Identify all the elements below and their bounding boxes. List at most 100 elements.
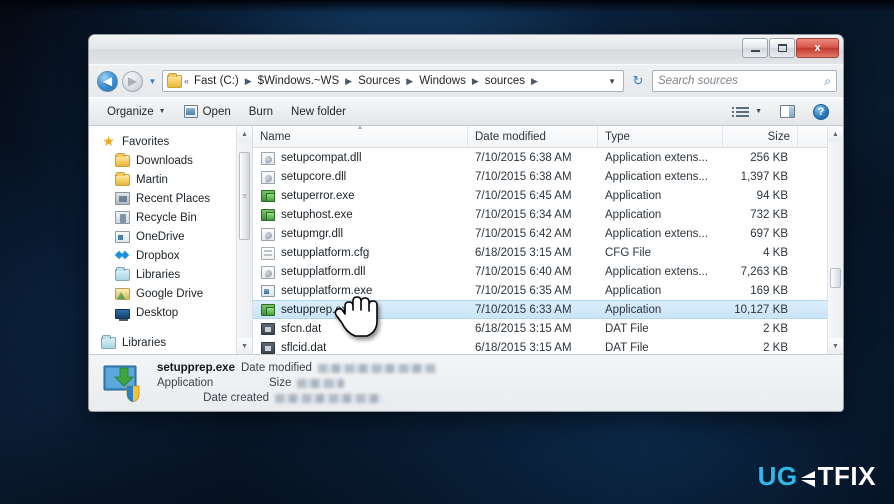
sidebar-item-recent-places[interactable]: Recent Places bbox=[89, 189, 252, 208]
file-date-modified-cell: 7/10/2015 6:35 AM bbox=[475, 284, 572, 297]
file-type-cell: Application extens... bbox=[605, 265, 708, 278]
table-row[interactable]: setupplatform.exe 7/10/2015 6:35 AM Applic… bbox=[253, 281, 843, 300]
table-row[interactable]: sfcn.dat 6/18/2015 3:15 AM DAT File 2 KB bbox=[253, 319, 843, 338]
history-dropdown-icon[interactable]: ▼ bbox=[147, 77, 158, 86]
refresh-button[interactable]: ↻ bbox=[628, 73, 648, 89]
table-row[interactable]: sflcid.dat 6/18/2015 3:15 AM DAT File 2 KB bbox=[253, 338, 843, 354]
column-header-type[interactable]: Type bbox=[598, 126, 723, 147]
scroll-down-icon[interactable]: ▼ bbox=[237, 338, 252, 354]
file-size-cell: 94 KB bbox=[756, 189, 788, 202]
exe-file-icon bbox=[261, 304, 275, 316]
breadcrumb-item-3[interactable]: Windows bbox=[416, 73, 469, 89]
title-bar[interactable]: x bbox=[89, 35, 843, 65]
breadcrumb-item-2[interactable]: Sources bbox=[355, 73, 403, 89]
folder-icon bbox=[115, 172, 130, 186]
file-type-cell: Application extens... bbox=[605, 170, 708, 183]
file-name-label: setupprep.exe bbox=[281, 303, 354, 316]
file-name-label: sflcid.dat bbox=[281, 341, 327, 354]
breadcrumb-overflow-icon[interactable]: « bbox=[184, 76, 189, 86]
column-header-size[interactable]: Size bbox=[723, 126, 798, 147]
column-header-date[interactable]: Date modified bbox=[468, 126, 598, 147]
sidebar-item-martin[interactable]: Martin bbox=[89, 170, 252, 189]
file-date-modified-cell: 7/10/2015 6:38 AM bbox=[475, 170, 572, 183]
chevron-down-icon: ▼ bbox=[158, 108, 166, 115]
address-bar[interactable]: « Fast (C:) ▶ $Windows.~WS ▶ Sources ▶ W… bbox=[162, 70, 624, 92]
file-name-label: setupplatform.dll bbox=[281, 265, 366, 278]
sidebar-item-onedrive[interactable]: OneDrive bbox=[89, 227, 252, 246]
search-input[interactable]: Search sources ⌕ bbox=[652, 70, 837, 92]
sidebar-item-google-drive[interactable]: Google Drive bbox=[89, 284, 252, 303]
breadcrumb-item-1[interactable]: $Windows.~WS bbox=[255, 73, 342, 89]
file-name-cell: sflcid.dat bbox=[253, 341, 468, 354]
search-icon[interactable]: ⌕ bbox=[824, 74, 831, 89]
breadcrumb-item-4[interactable]: sources bbox=[482, 73, 528, 89]
column-header-name[interactable]: Name bbox=[253, 126, 468, 147]
table-row[interactable]: setupcompat.dll 7/10/2015 6:38 AM Applicat… bbox=[253, 148, 843, 167]
exe-file-icon bbox=[261, 190, 275, 202]
breadcrumb-separator-icon[interactable]: ▶ bbox=[405, 76, 414, 87]
gfolder-icon bbox=[115, 288, 130, 300]
help-button[interactable]: ? bbox=[805, 100, 837, 124]
navigation-scroll-thumb[interactable] bbox=[239, 152, 250, 240]
file-type-cell: Application extens... bbox=[605, 227, 708, 240]
exeblue-file-icon bbox=[261, 285, 275, 297]
file-type-cell: Application bbox=[605, 208, 662, 221]
navigation-bar: ◀ ▶ ▼ « Fast (C:) ▶ $Windows.~WS ▶ Sourc… bbox=[89, 65, 843, 97]
explorer-window: x ◀ ▶ ▼ « Fast (C:) ▶ $Windows.~WS ▶ Sou… bbox=[88, 34, 844, 412]
table-row[interactable]: setupcore.dll 7/10/2015 6:38 AM Applicatio… bbox=[253, 167, 843, 186]
sidebar-item-label: Dropbox bbox=[136, 249, 180, 262]
watermark-stylized-e-icon bbox=[799, 467, 817, 487]
sidebar-item-libraries[interactable]: Libraries bbox=[89, 265, 252, 284]
scroll-up-icon[interactable]: ▲ bbox=[237, 126, 252, 142]
breadcrumb-separator-icon[interactable]: ▶ bbox=[244, 76, 253, 87]
table-row[interactable]: setuphost.exe 7/10/2015 6:34 AM Applicatio… bbox=[253, 205, 843, 224]
table-row[interactable]: setupmgr.dll 7/10/2015 6:42 AM Application… bbox=[253, 224, 843, 243]
sidebar-item-downloads[interactable]: Downloads bbox=[89, 151, 252, 170]
breadcrumb-separator-icon[interactable]: ▶ bbox=[471, 76, 480, 87]
open-button[interactable]: Open bbox=[176, 101, 239, 122]
open-label: Open bbox=[202, 105, 231, 118]
table-row[interactable]: setupprep.exe 7/10/2015 6:33 AM Applicatio… bbox=[253, 300, 843, 319]
new-folder-button[interactable]: New folder bbox=[283, 102, 354, 122]
burn-button[interactable]: Burn bbox=[241, 102, 281, 122]
close-button[interactable]: x bbox=[796, 38, 839, 58]
sidebar-item-favorites[interactable]: ★ Favorites bbox=[89, 132, 252, 151]
details-row-type: Application Size bbox=[157, 377, 436, 390]
sidebar-item-libraries[interactable]: Libraries bbox=[89, 333, 252, 352]
command-bar-right-group: ▼ ? bbox=[727, 100, 837, 124]
breadcrumb-item-0[interactable]: Fast (C:) bbox=[191, 73, 242, 89]
table-row[interactable]: setupplatform.cfg 6/18/2015 3:15 AM CFG Fi… bbox=[253, 243, 843, 262]
file-name-cell: setuperror.exe bbox=[253, 189, 468, 202]
file-list-scroll-track[interactable] bbox=[828, 142, 843, 338]
preview-pane-button[interactable] bbox=[772, 101, 803, 122]
address-dropdown-icon[interactable]: ▼ bbox=[604, 77, 620, 86]
details-date-modified-value-redacted bbox=[317, 363, 436, 373]
file-list-scrollbar[interactable]: ▲ ▼ bbox=[827, 126, 843, 354]
file-name-label: setupcore.dll bbox=[281, 170, 347, 183]
folder-icon bbox=[115, 153, 130, 167]
sidebar-item-desktop[interactable]: Desktop bbox=[89, 303, 252, 322]
table-row[interactable]: setupplatform.dll 7/10/2015 6:40 AM Applic… bbox=[253, 262, 843, 281]
organize-button[interactable]: Organize ▼ bbox=[99, 102, 174, 122]
ugetfix-watermark: UG TFIX bbox=[758, 461, 876, 492]
watermark-text-part2: TFIX bbox=[817, 461, 876, 491]
minimize-button[interactable] bbox=[742, 38, 768, 58]
scroll-down-icon[interactable]: ▼ bbox=[828, 338, 843, 354]
table-row[interactable]: setuperror.exe 7/10/2015 6:45 AM Applicati… bbox=[253, 186, 843, 205]
file-date-modified-cell: 7/10/2015 6:34 AM bbox=[475, 208, 572, 221]
change-view-button[interactable]: ▼ bbox=[727, 103, 770, 121]
sidebar-item-dropbox[interactable]: Dropbox bbox=[89, 246, 252, 265]
forward-button[interactable]: ▶ bbox=[122, 70, 143, 92]
maximize-button[interactable] bbox=[769, 38, 795, 58]
sidebar-item-recycle-bin[interactable]: Recycle Bin bbox=[89, 208, 252, 227]
breadcrumb-separator-icon[interactable]: ▶ bbox=[344, 76, 353, 87]
breadcrumb-separator-icon[interactable]: ▶ bbox=[530, 76, 539, 87]
star-icon: ★ bbox=[102, 132, 115, 149]
back-button[interactable]: ◀ bbox=[97, 70, 118, 92]
file-list-scroll-thumb[interactable] bbox=[830, 268, 841, 288]
scroll-up-icon[interactable]: ▲ bbox=[828, 126, 843, 142]
window-controls: x bbox=[742, 38, 839, 58]
file-name-label: sfcn.dat bbox=[281, 322, 322, 335]
navigation-scroll-track[interactable] bbox=[237, 142, 252, 338]
navigation-pane-scrollbar[interactable]: ▲ ▼ bbox=[236, 126, 252, 354]
